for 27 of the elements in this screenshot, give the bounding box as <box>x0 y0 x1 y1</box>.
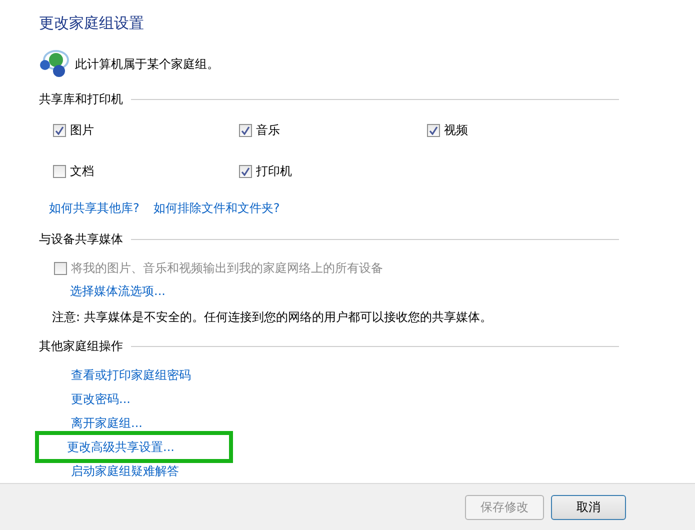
action-link[interactable]: 查看或打印家庭组密码 <box>71 366 191 384</box>
section-heading: 与设备共享媒体 <box>39 231 123 248</box>
checkbox-label: 将我的图片、音乐和视频输出到我的家庭网络上的所有设备 <box>71 260 383 277</box>
page-title: 更改家庭组设置 <box>39 14 145 33</box>
checkbox-label: 视频 <box>444 122 468 139</box>
media-options-link[interactable]: 选择媒体流选项... <box>70 284 166 298</box>
help-link[interactable]: 如何排除文件和文件夹? <box>153 200 280 217</box>
checkbox[interactable] <box>239 124 252 137</box>
action-link[interactable]: 离开家庭组... <box>71 414 142 432</box>
checkbox[interactable] <box>53 165 66 178</box>
section-heading: 共享库和打印机 <box>39 91 123 108</box>
checkbox[interactable] <box>53 124 66 137</box>
section-heading: 其他家庭组操作 <box>39 338 123 355</box>
action-link[interactable]: 更改密码... <box>71 390 130 408</box>
checkbox-label: 打印机 <box>256 163 292 180</box>
checkbox-label: 音乐 <box>256 122 280 139</box>
checkbox-label: 图片 <box>70 122 94 139</box>
homegroup-icon <box>39 49 69 79</box>
checkbox[interactable] <box>427 124 440 137</box>
help-link[interactable]: 如何共享其他库? <box>49 200 140 217</box>
checkbox[interactable] <box>239 165 252 178</box>
warning-note: 注意: 共享媒体是不安全的。任何连接到您的网络的用户都可以接收您的共享媒体。 <box>52 310 492 324</box>
checkbox-label: 文档 <box>70 163 94 180</box>
status-text: 此计算机属于某个家庭组。 <box>75 56 219 72</box>
cancel-button[interactable]: 取消 <box>551 494 626 520</box>
action-link[interactable]: 更改高级共享设置... <box>67 438 174 456</box>
action-link[interactable]: 启动家庭组疑难解答 <box>71 462 179 480</box>
